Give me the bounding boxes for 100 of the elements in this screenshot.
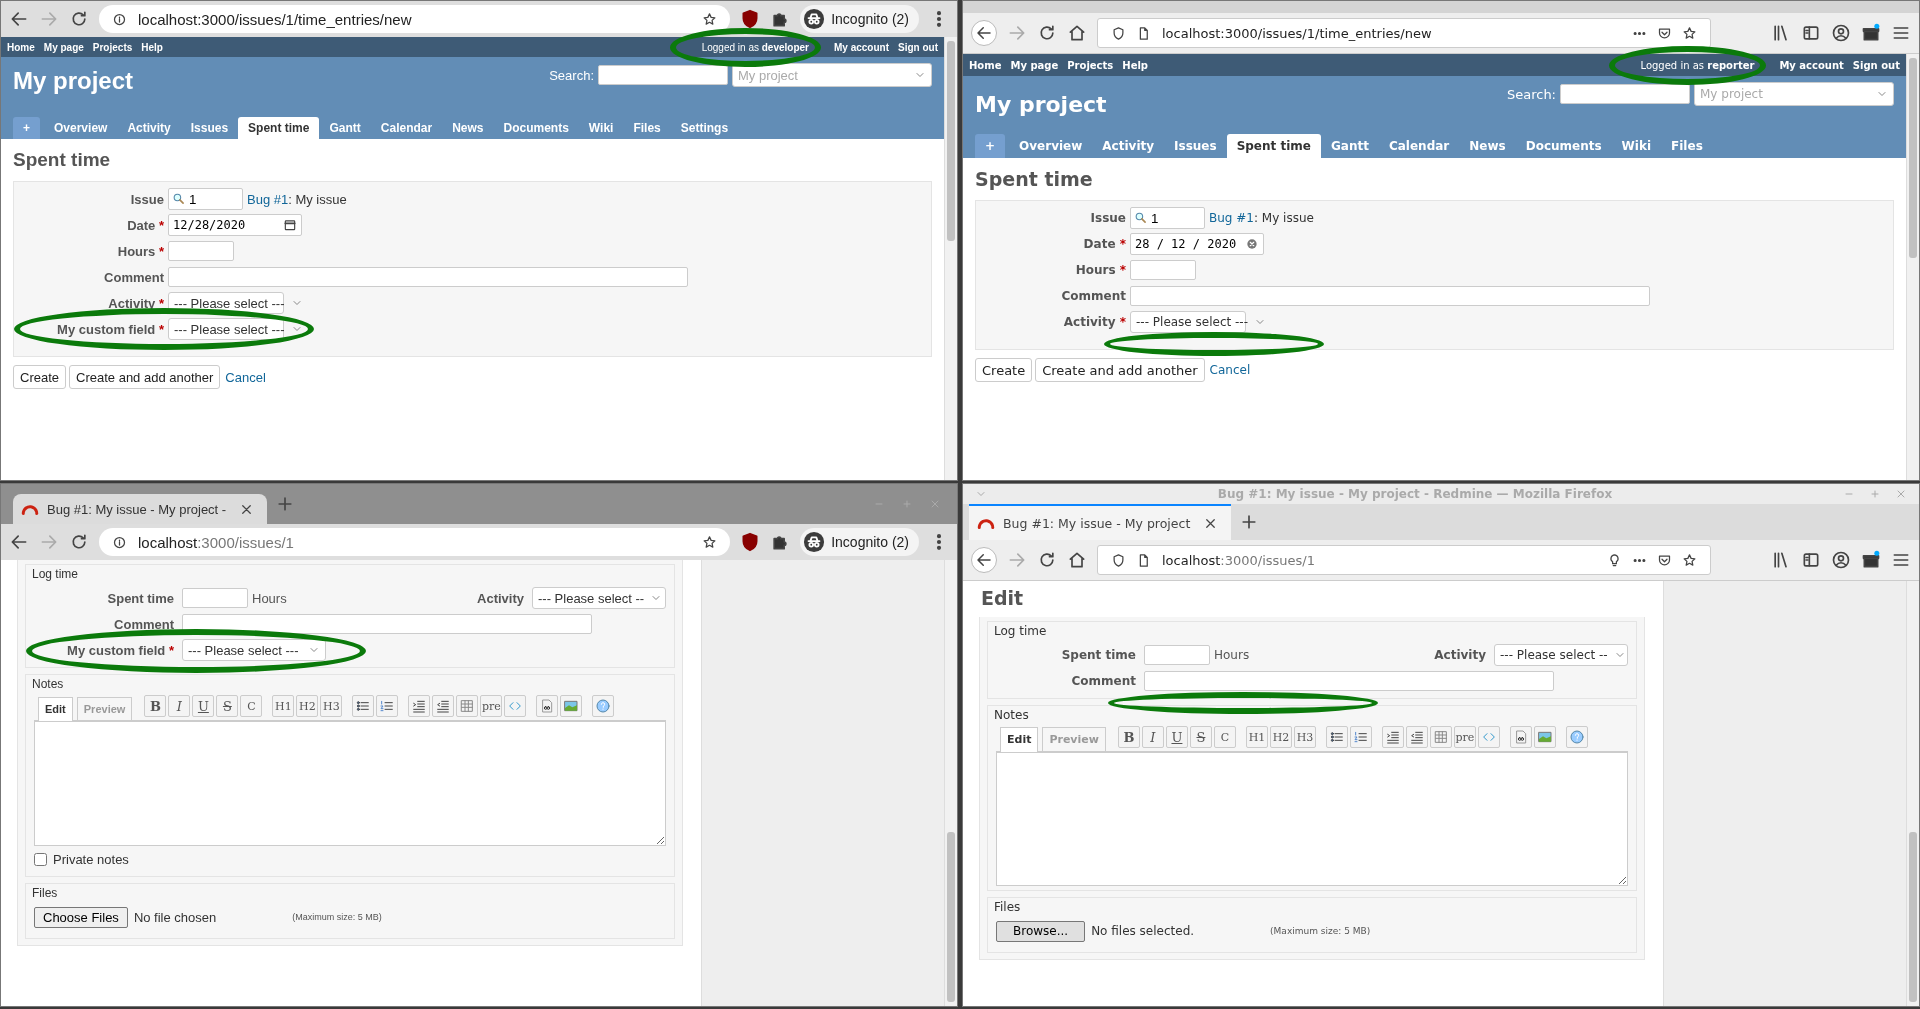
toolbar-button[interactable]: H3 [320, 695, 343, 717]
toolbar-button[interactable]: I [168, 695, 191, 717]
toolbar-button[interactable]: pre [1453, 726, 1476, 748]
menu-link[interactable]: My page [43, 41, 84, 53]
scrollbar-thumb[interactable] [1909, 832, 1917, 1002]
reload-icon[interactable] [69, 532, 89, 552]
menu-tab[interactable]: Gantt [319, 117, 371, 139]
search-field[interactable] [598, 65, 728, 85]
menu-tab[interactable]: Spent time [238, 117, 320, 139]
toolbar-button[interactable] [1349, 726, 1372, 748]
toolbar-button[interactable]: U [1165, 726, 1188, 748]
menu-tab[interactable]: Wiki [578, 117, 624, 139]
menu-tab[interactable]: Issues [1164, 134, 1227, 158]
form-button[interactable]: Create and add another [69, 365, 221, 389]
menu-link[interactable]: Help [141, 41, 163, 53]
back-icon[interactable] [9, 532, 29, 552]
profile-button[interactable]: Incognito (2) [800, 528, 919, 556]
toolbar-button[interactable]: H3 [1293, 726, 1316, 748]
form-button[interactable]: Create [975, 358, 1033, 382]
address-bar[interactable]: localhost:3000/issues/1 [99, 528, 731, 556]
back-icon[interactable] [971, 20, 997, 46]
menu-tab[interactable]: Documents [493, 117, 579, 139]
toolbar-button[interactable]: H2 [1269, 726, 1292, 748]
menu-link[interactable]: Home [969, 59, 1002, 71]
spent-time-field[interactable] [182, 588, 248, 608]
activity-select[interactable]: --- Please select -- [1494, 644, 1628, 666]
menu-link[interactable]: Help [1122, 59, 1149, 71]
hours-field[interactable] [168, 241, 234, 261]
star-icon[interactable] [702, 534, 718, 550]
menu-tab[interactable]: Calendar [370, 117, 443, 139]
pocket-icon[interactable] [1657, 552, 1672, 568]
menu-link[interactable]: Home [7, 41, 35, 53]
sidebar-icon[interactable] [1801, 23, 1821, 43]
account-link[interactable]: Sign out [1852, 59, 1900, 71]
editor-tab[interactable]: Edit [38, 697, 73, 721]
reload-icon[interactable] [1037, 23, 1057, 43]
toolbar-button[interactable]: S [1189, 726, 1212, 748]
toolbar-button[interactable] [560, 695, 583, 717]
comment-field[interactable] [1144, 671, 1554, 691]
browser-tab[interactable]: Bug #1: My issue - My project [969, 504, 1232, 540]
toolbar-button[interactable] [536, 695, 559, 717]
account-icon[interactable] [1831, 550, 1851, 570]
menu-tab[interactable]: Gantt [1320, 134, 1379, 158]
toolbar-button[interactable]: S [216, 695, 239, 717]
form-button[interactable]: Create and add another [1035, 358, 1205, 382]
star-icon[interactable] [702, 11, 718, 27]
file-chooser-button[interactable]: Browse... [996, 920, 1086, 942]
cancel-link[interactable]: Cancel [1209, 363, 1251, 377]
toolbar-button[interactable] [432, 695, 455, 717]
scrollbar-thumb[interactable] [947, 832, 955, 1002]
toolbar-button[interactable] [456, 695, 479, 717]
toolbar-button[interactable] [352, 695, 375, 717]
browser-tab[interactable]: Bug #1: My issue - My project - [13, 494, 268, 524]
shield-icon[interactable] [740, 9, 761, 29]
toolbar-button[interactable] [408, 695, 431, 717]
menu-tab[interactable]: Wiki [1611, 134, 1662, 158]
account-link[interactable]: My account [1779, 59, 1844, 71]
toolbar-button[interactable]: C [240, 695, 263, 717]
menu-link[interactable]: Projects [1067, 59, 1114, 71]
home-icon[interactable] [1067, 23, 1087, 43]
toolbar-button[interactable] [592, 695, 615, 717]
gift-icon[interactable] [1861, 23, 1881, 43]
custom-field-select[interactable]: --- Please select --- [182, 639, 326, 661]
activity-select[interactable]: --- Please select -- [532, 587, 666, 609]
search-field[interactable] [1560, 84, 1690, 104]
issue-field[interactable]: 1 [1130, 207, 1205, 229]
home-icon[interactable] [1067, 550, 1087, 570]
toolbar-button[interactable] [1509, 726, 1532, 748]
toolbar-button[interactable]: pre [480, 695, 503, 717]
toolbar-button[interactable]: H2 [296, 695, 319, 717]
toolbar-button[interactable] [1533, 726, 1556, 748]
back-icon[interactable] [9, 9, 29, 29]
menu-tab[interactable]: Overview [1009, 134, 1093, 158]
toolbar-button[interactable] [1405, 726, 1428, 748]
account-link[interactable]: Sign out [898, 41, 938, 53]
menu-link[interactable]: Projects [92, 41, 133, 53]
toolbar-button[interactable]: B [144, 695, 167, 717]
profile-button[interactable]: Incognito (2) [800, 5, 919, 33]
menu-tab[interactable]: Overview [44, 117, 118, 139]
address-bar[interactable]: localhost:3000/issues/1/time_entries/new [99, 5, 731, 33]
menu-tab[interactable]: Activity [117, 117, 181, 139]
issue-field[interactable]: 1 [168, 188, 243, 210]
menu-tab[interactable]: Files [1661, 134, 1713, 158]
reload-icon[interactable] [69, 9, 89, 29]
toolbar-button[interactable]: H1 [1245, 726, 1268, 748]
account-icon[interactable] [1831, 23, 1851, 43]
pocket-icon[interactable] [1657, 25, 1672, 41]
menu-tab[interactable]: News [1459, 134, 1516, 158]
reload-icon[interactable] [1037, 550, 1057, 570]
star-icon[interactable] [1682, 552, 1697, 568]
toolbar-button[interactable]: C [1213, 726, 1236, 748]
menu-tab[interactable]: Files [623, 117, 671, 139]
date-field[interactable]: 28 / 12 / 2020 [1130, 233, 1264, 255]
menu-tab[interactable]: Spent time [1226, 134, 1321, 158]
star-icon[interactable] [1682, 25, 1697, 41]
editor-tab[interactable]: Edit [1000, 727, 1039, 752]
shield-icon[interactable] [740, 532, 761, 552]
toolbar-button[interactable] [1565, 726, 1588, 748]
hours-field[interactable] [1130, 260, 1196, 280]
form-button[interactable]: Create [13, 365, 67, 389]
